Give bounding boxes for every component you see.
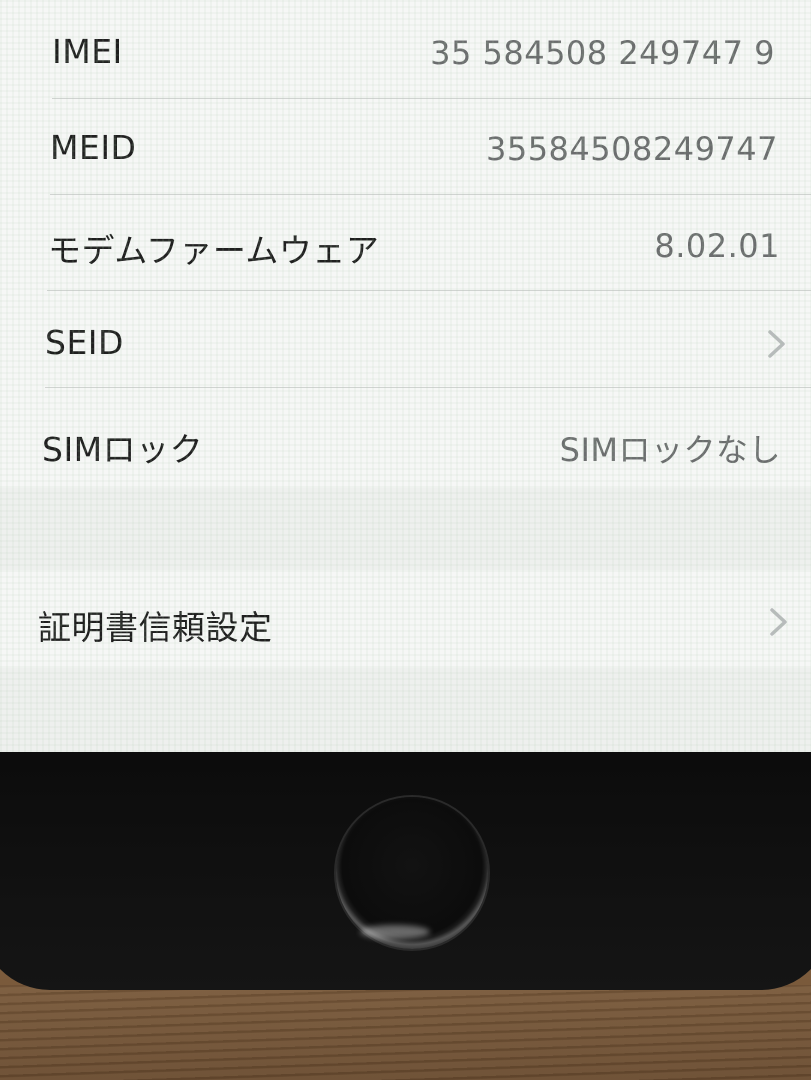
certificate-trust-label: 証明書信頼設定 <box>38 608 273 647</box>
sim-lock-value: SIMロックなし <box>559 431 781 469</box>
modem-firmware-value: 8.02.01 <box>654 227 780 265</box>
table-wood-grain <box>0 985 811 1080</box>
home-button-glint <box>360 925 430 939</box>
seid-row[interactable]: SEID <box>0 290 811 387</box>
imei-value: 35 584508 249747 9 <box>430 34 775 72</box>
seid-label: SEID <box>45 323 124 362</box>
certificate-trust-row[interactable]: 証明書信頼設定 <box>0 570 811 668</box>
modem-firmware-label: モデムファームウェア <box>48 231 380 270</box>
chevron-right-icon <box>764 327 790 361</box>
imei-label: IMEI <box>52 32 123 71</box>
about-screen: IMEI 35 584508 249747 9 MEID 35584508249… <box>0 0 811 752</box>
device-info-group: IMEI 35 584508 249747 9 MEID 35584508249… <box>0 0 811 488</box>
imei-row[interactable]: IMEI 35 584508 249747 9 <box>0 0 811 98</box>
sim-lock-row[interactable]: SIMロック SIMロックなし <box>0 387 811 488</box>
chevron-right-icon <box>766 605 792 639</box>
certificate-trust-group: 証明書信頼設定 <box>0 570 811 668</box>
meid-value: 35584508249747 <box>485 130 778 168</box>
sim-lock-label: SIMロック <box>42 430 204 469</box>
meid-row[interactable]: MEID 35584508249747 <box>0 98 811 194</box>
meid-label: MEID <box>50 128 137 167</box>
modem-firmware-row[interactable]: モデムファームウェア 8.02.01 <box>0 194 811 290</box>
